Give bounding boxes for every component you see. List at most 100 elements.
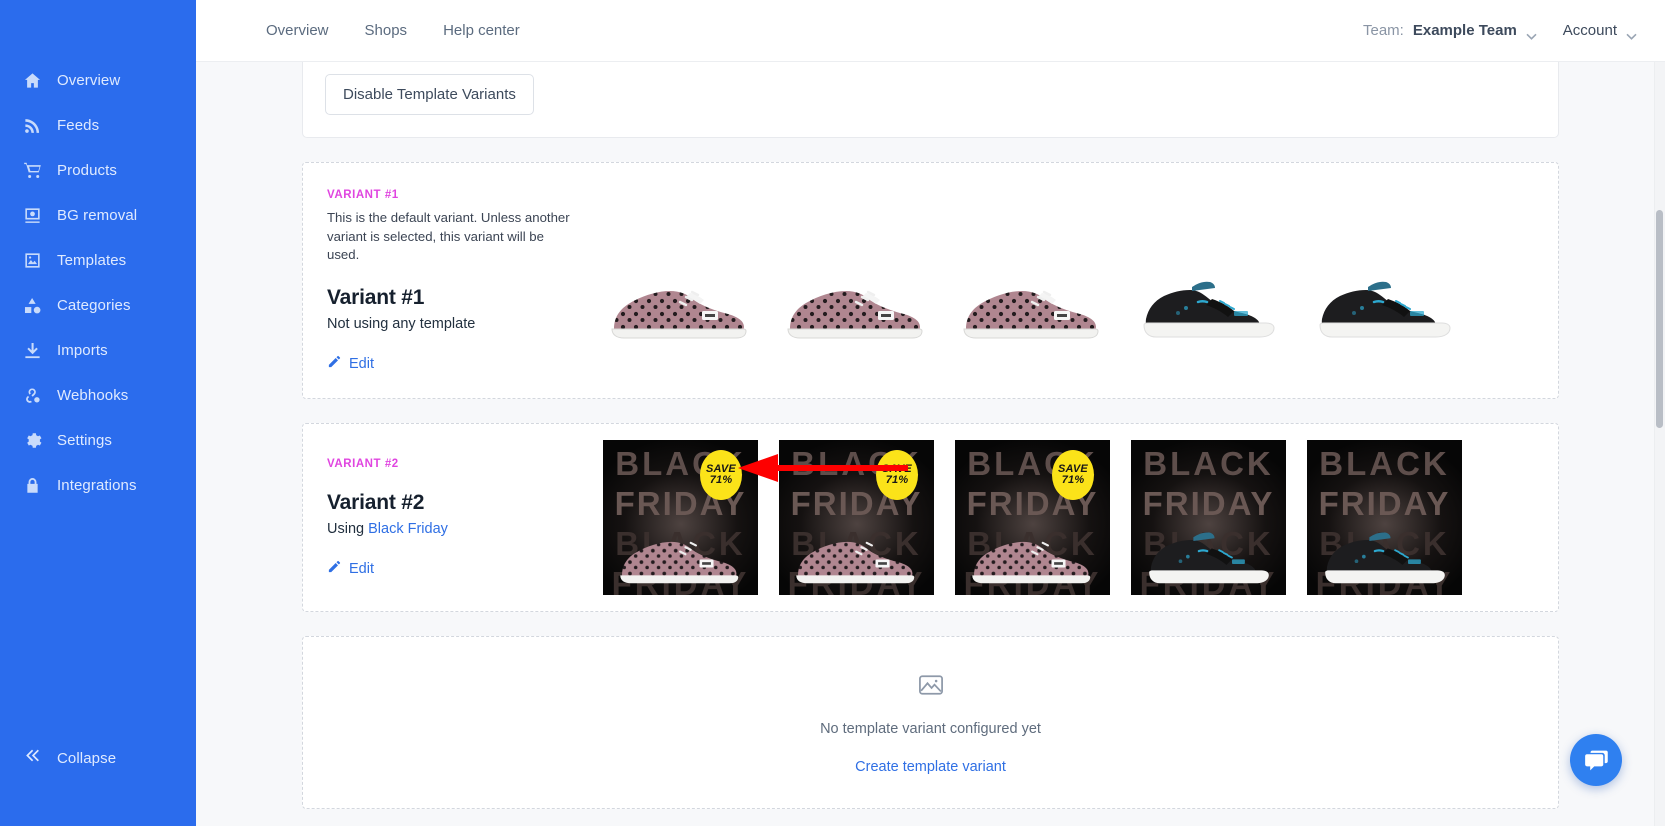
sidebar-item-label: Integrations <box>57 477 137 494</box>
bg-removal-icon <box>23 206 42 225</box>
variant-2-thumbnails: BLACK FRIDAY BLACK FRIDAY SAVE 71% <box>603 424 1558 611</box>
variant-card-1: VARIANT #1 This is the default variant. … <box>302 162 1559 399</box>
home-icon <box>23 71 42 90</box>
sidebar-item-bg-removal[interactable]: BG removal <box>0 193 196 238</box>
sidebar-item-label: Templates <box>57 252 126 269</box>
team-prefix-label: Team: <box>1363 22 1404 39</box>
pink-polka-shoe-image <box>615 523 747 589</box>
pink-polka-shoe-image <box>606 271 756 343</box>
variant-1-edit-link[interactable]: Edit <box>327 354 374 373</box>
variant-1-thumbnail[interactable] <box>1307 218 1462 343</box>
bf-line-1: BLACK <box>1307 444 1462 484</box>
top-navigation-bar: Overview Shops Help center Team: Example… <box>196 0 1665 62</box>
save-badge: SAVE 71% <box>1052 450 1094 500</box>
chevron-down-icon <box>1626 27 1637 34</box>
shapes-icon <box>23 296 42 315</box>
account-menu[interactable]: Account <box>1563 22 1637 39</box>
bf-shoe-wrap <box>779 523 934 589</box>
sidebar-item-label: Products <box>57 162 117 179</box>
variant-1-thumbnail[interactable] <box>955 218 1110 343</box>
sidebar-item-products[interactable]: Products <box>0 148 196 193</box>
content-inner: Disable Template Variants VARIANT #1 Thi… <box>196 62 1665 826</box>
template-variants-card: Disable Template Variants <box>302 62 1559 138</box>
variant-1-template-status: Not using any template <box>327 316 579 332</box>
pink-polka-shoe-image <box>967 523 1099 589</box>
top-nav-links: Overview Shops Help center <box>252 16 534 45</box>
variant-2-edit-label: Edit <box>349 561 374 577</box>
variant-2-tag: VARIANT #2 <box>327 458 579 470</box>
pencil-icon <box>327 559 342 578</box>
account-label: Account <box>1563 22 1617 39</box>
sidebar-item-templates[interactable]: Templates <box>0 238 196 283</box>
sidebar-item-label: Imports <box>57 342 108 359</box>
bf-shoe-wrap <box>1131 515 1286 589</box>
save-badge-line-2: 71% <box>1062 475 1085 486</box>
variant-1-name: Variant #1 <box>327 286 579 310</box>
pencil-icon <box>327 354 342 373</box>
sidebar-item-webhooks[interactable]: Webhooks <box>0 373 196 418</box>
pink-polka-shoe-image <box>791 523 923 589</box>
sidebar-item-imports[interactable]: Imports <box>0 328 196 373</box>
sidebar-item-label: Settings <box>57 432 112 449</box>
webhook-icon <box>23 386 42 405</box>
create-template-variant-link[interactable]: Create template variant <box>855 759 1006 775</box>
variant-1-thumbnail[interactable] <box>603 218 758 343</box>
image-template-icon <box>23 251 42 270</box>
cart-icon <box>23 161 42 180</box>
variant-1-thumbnail[interactable] <box>1131 218 1286 343</box>
sidebar: Overview Feeds Products BG removal <box>0 0 196 826</box>
variant-2-using-prefix: Using <box>327 521 368 537</box>
sidebar-item-label: Overview <box>57 72 120 89</box>
sidebar-item-label: Webhooks <box>57 387 128 404</box>
gear-icon <box>23 431 42 450</box>
variant-2-thumbnail[interactable]: BLACK FRIDAY BLACK FRIDAY SAVE 71% <box>603 440 758 595</box>
variant-1-thumbnails <box>603 163 1558 398</box>
variant-2-name: Variant #2 <box>327 491 579 515</box>
main-area: Overview Shops Help center Team: Example… <box>196 0 1665 826</box>
team-name-label: Example Team <box>1413 22 1517 39</box>
sidebar-collapse-label: Collapse <box>57 750 116 767</box>
team-selector[interactable]: Team: Example Team <box>1363 22 1537 39</box>
variant-2-template-link[interactable]: Black Friday <box>368 521 448 537</box>
variant-card-2: VARIANT #2 Variant #2 Using Black Friday… <box>302 423 1559 612</box>
empty-state-text: No template variant configured yet <box>820 721 1041 737</box>
variant-2-thumbnail[interactable]: BLACK FRIDAY BLACK FRIDAY <box>1307 440 1462 595</box>
variant-2-thumbnail[interactable]: BLACK FRIDAY BLACK FRIDAY SAVE 71% <box>955 440 1110 595</box>
top-nav-shops[interactable]: Shops <box>351 16 422 45</box>
sidebar-item-settings[interactable]: Settings <box>0 418 196 463</box>
sidebar-item-label: Categories <box>57 297 131 314</box>
vertical-scrollbar-track[interactable] <box>1654 62 1665 826</box>
bf-shoe-wrap <box>1307 515 1462 589</box>
rss-icon <box>23 116 42 135</box>
save-badge: SAVE 71% <box>876 450 918 500</box>
bf-shoe-wrap <box>603 523 758 589</box>
sidebar-item-feeds[interactable]: Feeds <box>0 103 196 148</box>
empty-template-variant-card: No template variant configured yet Creat… <box>302 636 1559 809</box>
variant-1-tag: VARIANT #1 <box>327 189 579 201</box>
sidebar-item-label: BG removal <box>57 207 137 224</box>
top-nav-help-center[interactable]: Help center <box>429 16 534 45</box>
top-nav-overview[interactable]: Overview <box>252 16 343 45</box>
save-badge: SAVE 71% <box>700 450 742 500</box>
sidebar-item-integrations[interactable]: Integrations <box>0 463 196 508</box>
variant-2-template-status: Using Black Friday <box>327 521 579 537</box>
vertical-scrollbar-thumb[interactable] <box>1656 210 1663 428</box>
disable-template-variants-button[interactable]: Disable Template Variants <box>325 74 534 115</box>
bf-shoe-wrap <box>955 523 1110 589</box>
chat-bubble-icon <box>1583 747 1610 774</box>
variant-1-details: VARIANT #1 This is the default variant. … <box>303 163 603 398</box>
black-runner-shoe-image <box>1140 515 1278 589</box>
variant-2-edit-link[interactable]: Edit <box>327 559 374 578</box>
sidebar-item-overview[interactable]: Overview <box>0 58 196 103</box>
variant-2-details: VARIANT #2 Variant #2 Using Black Friday… <box>303 424 603 611</box>
variant-1-thumbnail[interactable] <box>779 218 934 343</box>
chevron-double-left-icon <box>23 746 42 770</box>
variant-1-edit-label: Edit <box>349 356 374 372</box>
chat-support-button[interactable] <box>1570 734 1622 786</box>
sidebar-item-label: Feeds <box>57 117 99 134</box>
sidebar-item-categories[interactable]: Categories <box>0 283 196 328</box>
variant-2-thumbnail[interactable]: BLACK FRIDAY BLACK FRIDAY <box>1131 440 1286 595</box>
black-runner-shoe-image <box>1134 263 1284 343</box>
variant-2-thumbnail[interactable]: BLACK FRIDAY BLACK FRIDAY SAVE 71% <box>779 440 934 595</box>
sidebar-collapse-button[interactable]: Collapse <box>0 746 196 770</box>
